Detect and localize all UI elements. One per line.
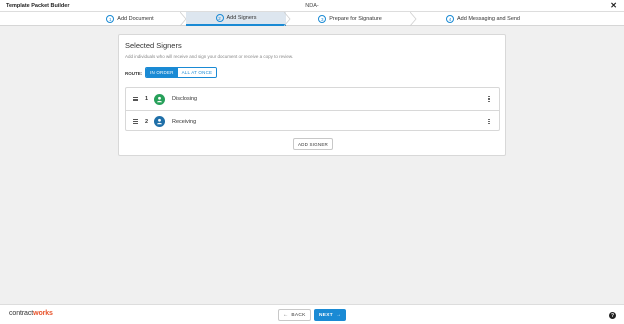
back-button[interactable]: ← BACK [278,309,311,321]
contractworks-logo: contractworks [9,310,53,317]
step-label: Add Messaging and Send [457,16,520,22]
signer-order: 1 [145,96,149,102]
more-options-icon[interactable] [488,118,490,125]
next-button[interactable]: NEXT → [314,309,346,321]
arrow-right-icon: → [335,312,342,318]
step-number-4: 4 [446,15,454,23]
step-label: Prepare for Signature [329,16,382,22]
logo-part-1: contract [9,310,34,317]
step-add-signers[interactable]: 2 Add Signers [186,12,286,26]
logo-part-2: works [33,310,53,317]
user-icon [154,93,165,105]
signer-row: 1 Disclosing [126,88,499,110]
card-subtitle: Add individuals who will receive and sig… [125,54,294,59]
drag-handle-icon[interactable] [133,118,138,124]
close-icon[interactable]: ✕ [610,1,617,11]
route-in-order-button[interactable]: IN ORDER [146,68,178,77]
signer-list: 1 Disclosing 2 Receiving [125,87,500,131]
signer-name: Disclosing [172,96,198,102]
route-label: ROUTE: [125,71,143,76]
step-add-messaging-and-send[interactable]: 4 Add Messaging and Send [418,12,548,26]
step-separator [410,12,417,26]
route-toggle: IN ORDER ALL AT ONCE [145,67,218,78]
step-label: Add Signers [226,15,257,21]
step-add-document[interactable]: 1 Add Document [76,12,184,26]
step-number-2: 2 [215,14,224,22]
arrow-left-icon: ← [283,312,289,318]
wizard-steps: 1 Add Document 2 Add Signers 3 Prepare f… [0,12,624,26]
signer-name: Receiving [172,118,197,125]
signer-order: 2 [145,118,149,125]
drag-handle-icon[interactable] [133,96,138,102]
more-options-icon[interactable] [488,96,490,103]
step-number-3: 3 [318,15,327,23]
step-number-1: 1 [106,15,115,23]
selected-signers-card: Selected Signers Add individuals who wil… [118,34,506,156]
step-label: Add Document [117,16,154,22]
user-icon [154,116,165,127]
document-title: NDA- [305,2,319,9]
help-icon[interactable]: ? [609,312,616,319]
back-label: BACK [291,312,306,318]
footer: contractworks ← BACK NEXT → ? [0,304,624,324]
step-prepare-for-signature[interactable]: 3 Prepare for Signature [290,12,410,26]
title-bar: Template Packet Builder NDA- ✕ [0,0,624,12]
route-all-at-once-button[interactable]: ALL AT ONCE [177,68,217,77]
signer-row: 2 Receiving [126,110,499,132]
next-label: NEXT [318,312,333,318]
card-title: Selected Signers [125,41,182,50]
add-signer-button[interactable]: ADD SIGNER [293,138,333,150]
